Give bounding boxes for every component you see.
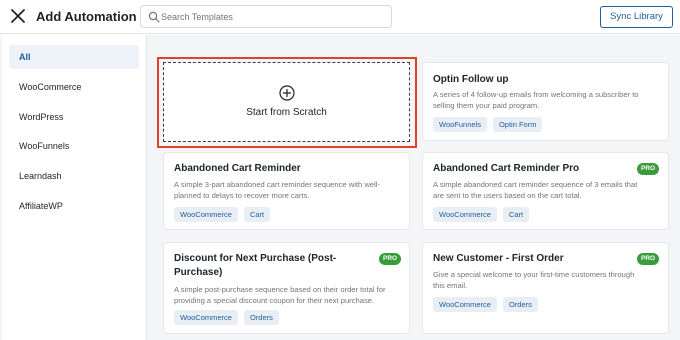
- search-input[interactable]: [161, 7, 389, 26]
- template-card-new-customer-first-order[interactable]: New Customer - First Order PRO Give a sp…: [422, 242, 669, 334]
- card-description-line: A simple abandoned cart reminder sequenc…: [433, 180, 638, 189]
- sync-library-button[interactable]: Sync Library: [600, 6, 673, 28]
- tag-woocommerce[interactable]: WooCommerce: [433, 207, 497, 222]
- card-tags: WooCommerce Orders: [174, 310, 279, 325]
- template-card-optin-follow-up[interactable]: Optin Follow up A series of 4 follow-up …: [422, 62, 669, 141]
- tag-cart[interactable]: Cart: [243, 207, 271, 222]
- card-title: Abandoned Cart Reminder: [174, 163, 301, 174]
- search-icon: [148, 11, 160, 23]
- card-description-line: A series of 4 follow-up emails from welc…: [433, 90, 639, 99]
- close-icon[interactable]: [10, 8, 26, 24]
- plus-circle-icon: [279, 85, 295, 101]
- card-title-line: Purchase): [174, 267, 223, 278]
- template-card-discount-next-purchase[interactable]: Discount for Next Purchase (Post- Purcha…: [163, 242, 410, 334]
- card-title-line: Discount for Next Purchase (Post-: [174, 253, 337, 264]
- card-description-line: Give a special welcome to your first-tim…: [433, 270, 635, 279]
- card-description-line: planned to delays to recover more carts.: [174, 191, 310, 200]
- tag-cart[interactable]: Cart: [502, 207, 530, 222]
- card-tags: WooFunnels Optin Form: [433, 117, 543, 132]
- tag-orders[interactable]: Orders: [502, 297, 538, 312]
- category-sidebar: All WooCommerce WordPress WooFunnels Lea…: [2, 35, 147, 340]
- sidebar-item-woofunnels[interactable]: WooFunnels: [9, 134, 139, 158]
- pro-badge: PRO: [637, 163, 660, 175]
- sidebar-item-all[interactable]: All: [9, 45, 139, 69]
- pro-badge: PRO: [379, 253, 402, 265]
- tag-woocommerce[interactable]: WooCommerce: [433, 297, 497, 312]
- card-description-line: providing a special discount coupon for …: [174, 296, 375, 305]
- card-title: New Customer - First Order: [433, 253, 564, 264]
- sidebar-item-woocommerce[interactable]: WooCommerce: [9, 75, 139, 99]
- card-title: Abandoned Cart Reminder Pro: [433, 163, 580, 174]
- card-description-line: are sent to the users based on the cart …: [433, 191, 582, 200]
- tag-orders[interactable]: Orders: [243, 310, 279, 325]
- tag-optin-form[interactable]: Optin Form: [492, 117, 543, 132]
- tag-woofunnels[interactable]: WooFunnels: [433, 117, 487, 132]
- card-description-line: A simple 3-part abandoned cart reminder …: [174, 180, 380, 189]
- card-tags: WooCommerce Cart: [174, 207, 271, 222]
- card-title: Optin Follow up: [433, 74, 509, 85]
- tag-woocommerce[interactable]: WooCommerce: [174, 310, 238, 325]
- card-description-line: this email.: [433, 281, 468, 290]
- search-box[interactable]: [140, 5, 392, 28]
- tag-woocommerce[interactable]: WooCommerce: [174, 207, 238, 222]
- page-title: Add Automation: [36, 9, 137, 24]
- card-description-line: selling them your paid program.: [433, 101, 540, 110]
- card-tags: WooCommerce Cart: [433, 207, 530, 222]
- pro-badge: PRO: [637, 253, 660, 265]
- template-card-abandoned-cart-reminder-pro[interactable]: Abandoned Cart Reminder Pro PRO A simple…: [422, 152, 669, 230]
- card-description-line: A simple post-purchase sequence based on…: [174, 285, 386, 294]
- header-bar: Add Automation Sync Library: [0, 0, 680, 34]
- sidebar-item-wordpress[interactable]: WordPress: [9, 105, 139, 129]
- start-from-scratch-label: Start from Scratch: [246, 107, 327, 118]
- sidebar-item-affiliatewp[interactable]: AffiliateWP: [9, 194, 139, 218]
- template-card-abandoned-cart-reminder[interactable]: Abandoned Cart Reminder A simple 3-part …: [163, 152, 410, 230]
- start-from-scratch-card[interactable]: Start from Scratch: [163, 62, 410, 142]
- card-tags: WooCommerce Orders: [433, 297, 538, 312]
- sidebar-item-learndash[interactable]: Learndash: [9, 164, 139, 188]
